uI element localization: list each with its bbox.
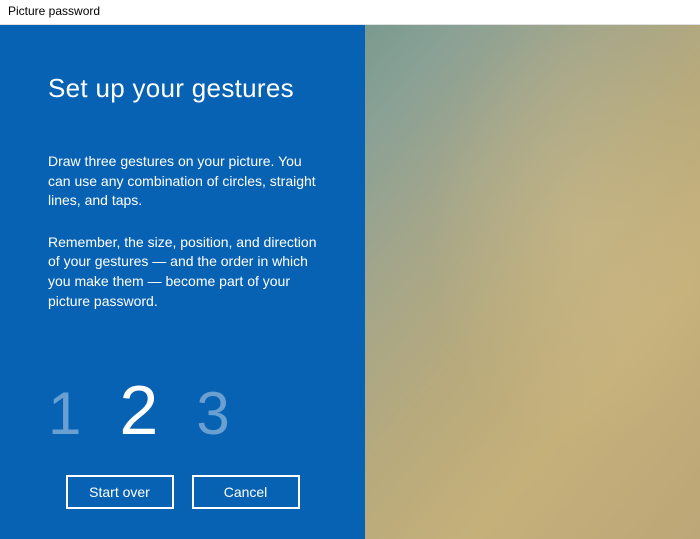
gesture-picture-area[interactable] xyxy=(365,25,700,539)
window-title: Picture password xyxy=(8,4,100,18)
step-2-active: 2 xyxy=(119,375,158,445)
step-1: 1 xyxy=(48,384,81,444)
button-row: Start over Cancel xyxy=(0,475,365,509)
content-area: Set up your gestures Draw three gestures… xyxy=(0,25,700,539)
start-over-button[interactable]: Start over xyxy=(66,475,174,509)
instruction-text-2: Remember, the size, position, and direct… xyxy=(48,233,325,311)
page-heading: Set up your gestures xyxy=(48,73,325,104)
step-3: 3 xyxy=(196,384,229,444)
instruction-panel: Set up your gestures Draw three gestures… xyxy=(0,25,365,539)
instruction-text-1: Draw three gestures on your picture. You… xyxy=(48,152,325,211)
window-titlebar: Picture password xyxy=(0,0,700,25)
gesture-step-indicator: 1 2 3 xyxy=(48,375,325,445)
cancel-button[interactable]: Cancel xyxy=(192,475,300,509)
